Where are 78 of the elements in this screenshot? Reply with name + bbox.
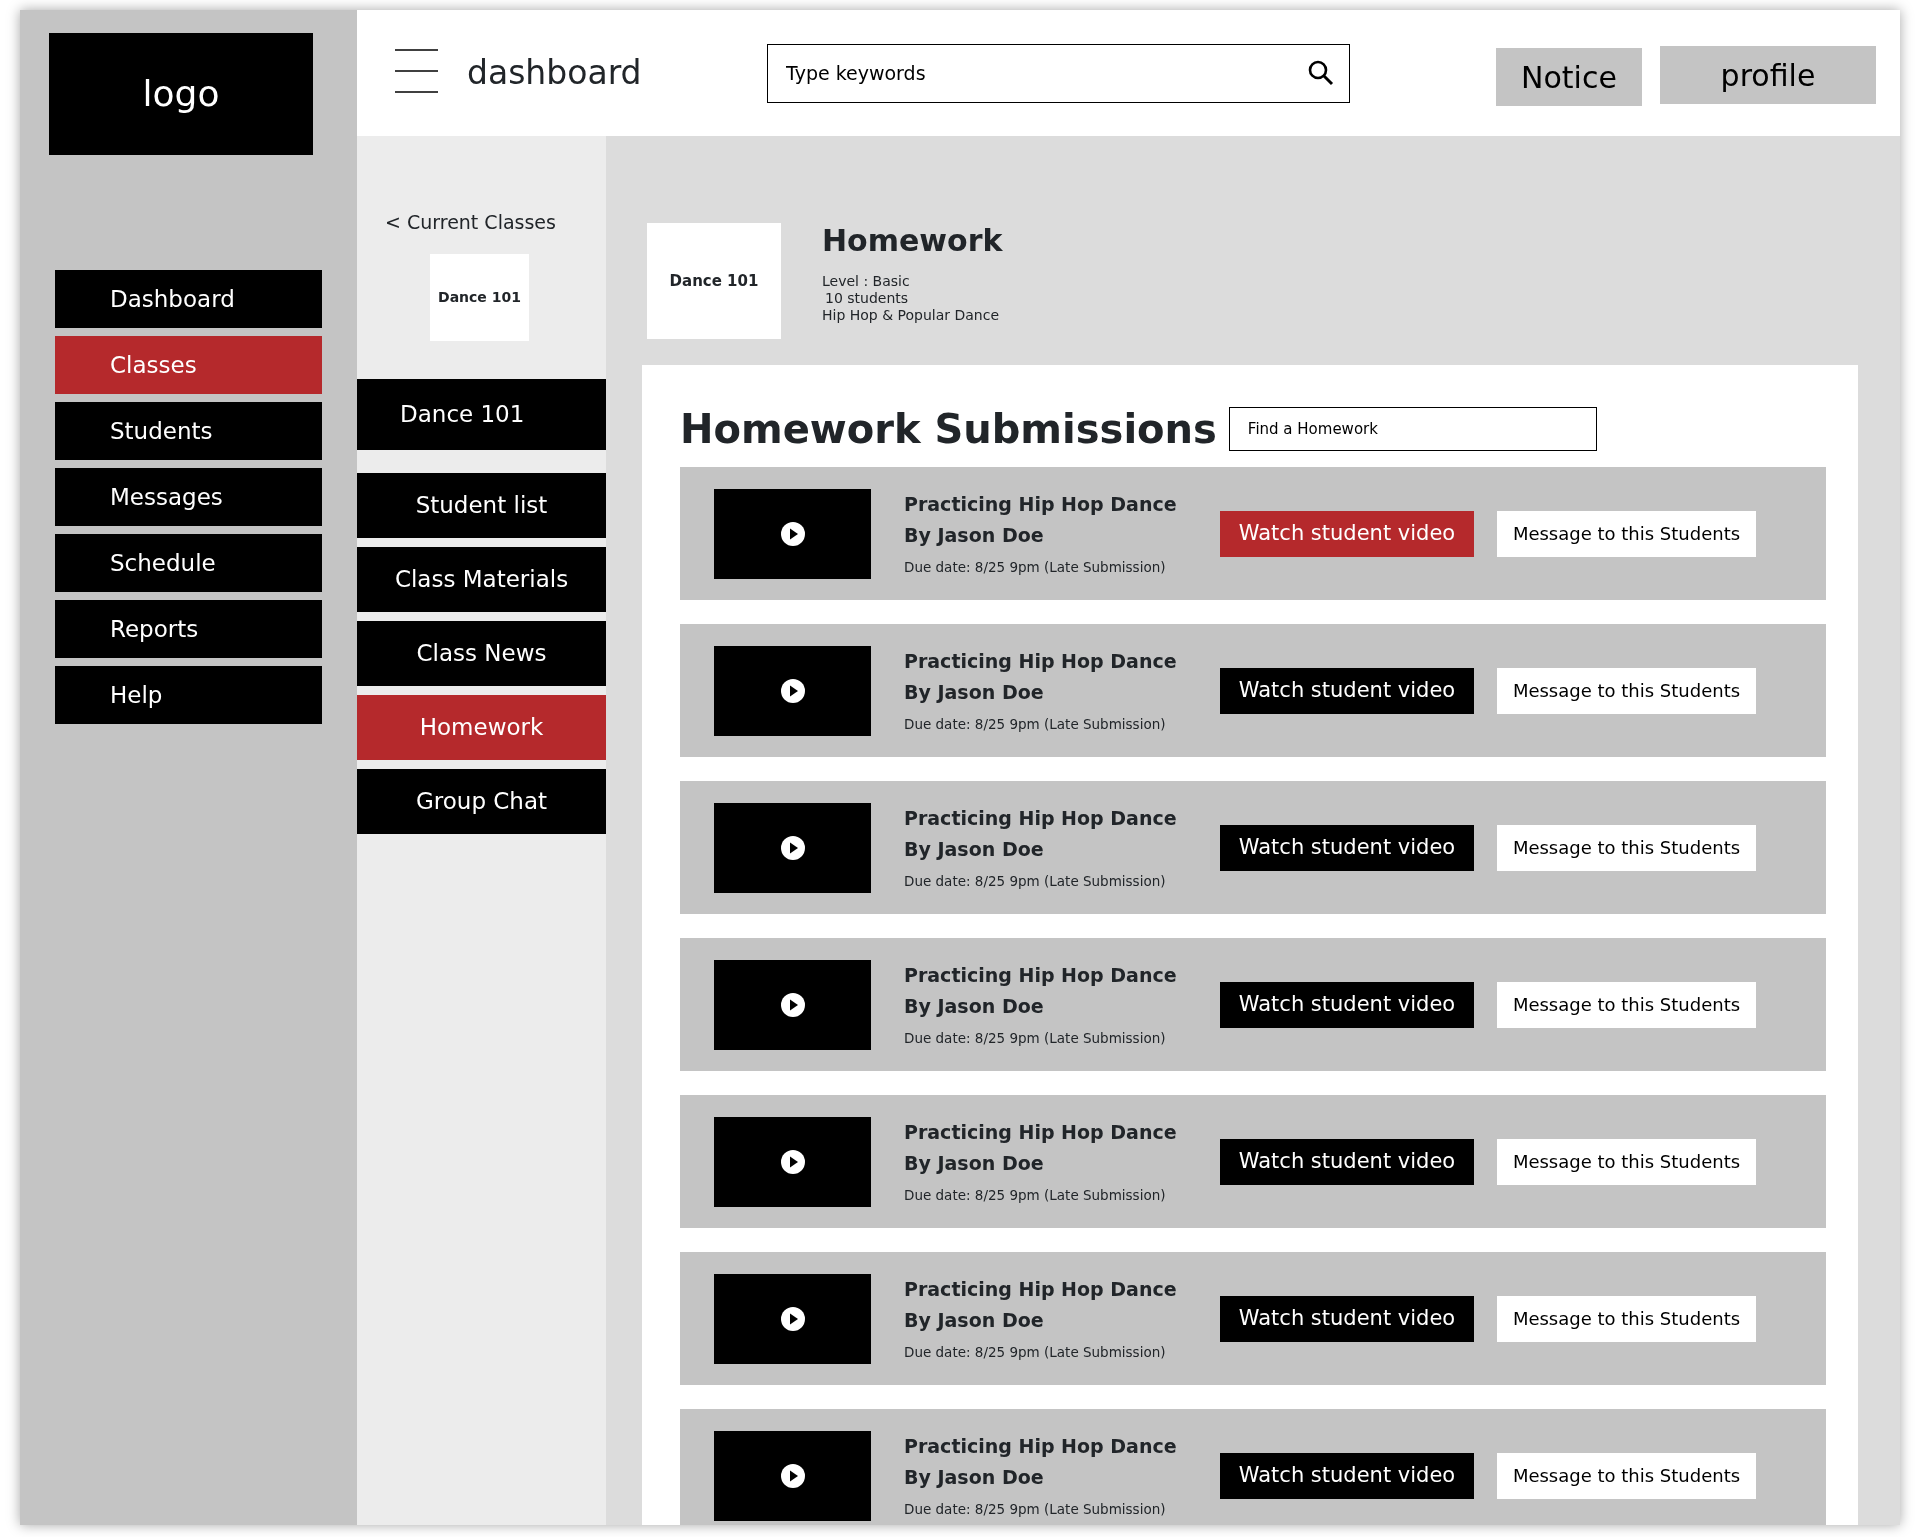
message-button[interactable]: Message to this Students (1497, 667, 1756, 714)
message-button[interactable]: Message to this Students (1497, 510, 1756, 557)
play-icon[interactable] (780, 521, 805, 546)
due-date: Due date: 8/25 9pm (Late Submission) (904, 1029, 1167, 1049)
search-field[interactable]: Find a Homework (1228, 407, 1597, 451)
nav-item[interactable]: Messages (55, 468, 322, 526)
message-button[interactable]: Message to this Students (1497, 1452, 1756, 1499)
menu-item[interactable]: Student list (357, 473, 606, 538)
search-icon[interactable] (1308, 59, 1334, 86)
due-date: Due date: 8/25 9pm (Late Submission) (904, 1500, 1167, 1520)
submission-title: Practicing Hip Hop Dance (904, 1277, 1178, 1303)
video-thumbnail[interactable] (714, 645, 871, 736)
student-name: By Jason Doe (904, 680, 1045, 706)
due-date: Due date: 8/25 9pm (Late Submission) (904, 715, 1167, 735)
menu-item[interactable]: Group Chat (357, 769, 606, 834)
back-link[interactable]: < Current Classes (357, 136, 606, 254)
student-name: By Jason Doe (904, 837, 1045, 863)
class-detail: Level : Basic (822, 273, 911, 290)
logo: logo (49, 33, 313, 155)
nav-item[interactable]: Reports (55, 600, 322, 658)
video-thumbnail[interactable] (714, 802, 871, 893)
play-icon[interactable] (780, 1306, 805, 1331)
video-thumbnail[interactable] (714, 1116, 871, 1207)
student-name: By Jason Doe (904, 1308, 1045, 1334)
nav-item[interactable]: Dashboard (55, 270, 322, 328)
menu-item[interactable]: Class News (357, 621, 606, 686)
watch-video-button[interactable]: Watch student video (1220, 1138, 1474, 1185)
nav-item[interactable]: Help (55, 666, 322, 724)
play-icon[interactable] (780, 1149, 805, 1174)
watch-video-button[interactable]: Watch student video (1220, 1452, 1474, 1499)
student-name: By Jason Doe (904, 1151, 1045, 1177)
menu-item[interactable]: Dance 101 (357, 379, 606, 450)
watch-video-button[interactable]: Watch student video (1220, 824, 1474, 871)
class-card[interactable]: Dance 101 (430, 254, 529, 341)
due-date: Due date: 8/25 9pm (Late Submission) (904, 1186, 1167, 1206)
submission-title: Practicing Hip Hop Dance (904, 492, 1178, 518)
play-icon[interactable] (780, 835, 805, 860)
watch-video-button[interactable]: Watch student video (1220, 1295, 1474, 1342)
student-name: By Jason Doe (904, 1465, 1045, 1491)
play-icon[interactable] (780, 1463, 805, 1488)
class-card: Dance 101 (647, 223, 781, 339)
watch-video-button[interactable]: Watch student video (1220, 510, 1474, 557)
nav-item[interactable]: Classes (55, 336, 322, 394)
due-date: Due date: 8/25 9pm (Late Submission) (904, 558, 1167, 578)
page-title: dashboard (467, 52, 643, 95)
video-thumbnail[interactable] (714, 959, 871, 1050)
message-button[interactable]: Message to this Students (1497, 1295, 1756, 1342)
nav-item[interactable]: Students (55, 402, 322, 460)
watch-video-button[interactable]: Watch student video (1220, 667, 1474, 714)
submission-title: Practicing Hip Hop Dance (904, 649, 1178, 675)
profile-button[interactable]: profile (1660, 46, 1876, 104)
due-date: Due date: 8/25 9pm (Late Submission) (904, 872, 1167, 892)
play-icon[interactable] (780, 992, 805, 1017)
class-detail: 10 students (824, 290, 910, 307)
submission-title: Practicing Hip Hop Dance (904, 806, 1178, 832)
due-date: Due date: 8/25 9pm (Late Submission) (904, 1343, 1167, 1363)
submission-title: Practicing Hip Hop Dance (904, 1120, 1178, 1146)
watch-video-button[interactable]: Watch student video (1220, 981, 1474, 1028)
message-button[interactable]: Message to this Students (1497, 981, 1756, 1028)
message-button[interactable]: Message to this Students (1497, 824, 1756, 871)
panel-title: Homework Submissions (680, 405, 1217, 454)
submission-title: Practicing Hip Hop Dance (904, 1434, 1178, 1460)
section-title: Homework (822, 222, 1003, 260)
student-name: By Jason Doe (904, 994, 1045, 1020)
video-thumbnail[interactable] (714, 1430, 871, 1521)
nav-item[interactable]: Schedule (55, 534, 322, 592)
notice-button[interactable]: Notice (1496, 48, 1642, 106)
menu-item[interactable]: Homework (357, 695, 606, 760)
class-detail: Hip Hop & Popular Dance (822, 307, 1001, 324)
message-button[interactable]: Message to this Students (1497, 1138, 1756, 1185)
search-field[interactable]: Type keywords (767, 43, 1350, 103)
play-icon[interactable] (780, 678, 805, 703)
video-thumbnail[interactable] (714, 1273, 871, 1364)
menu-icon[interactable] (395, 49, 438, 93)
video-thumbnail[interactable] (714, 488, 871, 579)
menu-item[interactable]: Class Materials (357, 547, 606, 612)
student-name: By Jason Doe (904, 523, 1045, 549)
submission-title: Practicing Hip Hop Dance (904, 963, 1178, 989)
